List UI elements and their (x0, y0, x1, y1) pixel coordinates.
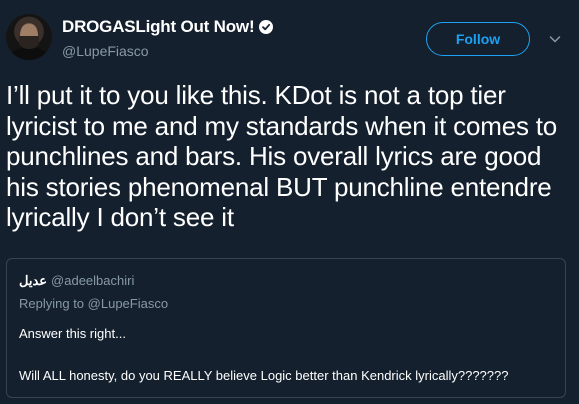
avatar-beard (19, 36, 39, 49)
quoted-replying-to: Replying to @LupeFiasco (19, 296, 168, 311)
follow-button[interactable]: Follow (426, 22, 530, 56)
quoted-tweet[interactable]: عديل @adeelbachiri Replying to @LupeFias… (6, 258, 566, 398)
quoted-text-line-2: Will ALL honesty, do you REALLY believe … (19, 368, 509, 383)
quoted-text-line-1: Answer this right... (19, 326, 126, 341)
author-name-row[interactable]: DROGASLight Out Now! (62, 17, 274, 37)
replying-to-mention[interactable]: @LupeFiasco (88, 296, 168, 311)
tweet-card: DROGASLight Out Now! @LupeFiasco Follow … (0, 0, 579, 404)
chevron-down-icon[interactable] (549, 33, 561, 45)
replying-to-prefix: Replying to (19, 296, 85, 311)
avatar[interactable] (6, 14, 52, 60)
tweet-text: I’ll put it to you like this. KDot is no… (6, 80, 558, 232)
author-handle[interactable]: @LupeFiasco (62, 43, 149, 59)
verified-badge-icon (259, 20, 274, 34)
quoted-author-handle: @adeelbachiri (51, 273, 135, 288)
author-display-name[interactable]: DROGASLight Out Now! (62, 17, 255, 37)
quoted-author-name: عديل (19, 273, 48, 288)
quoted-tweet-author: عديل @adeelbachiri (19, 273, 134, 289)
